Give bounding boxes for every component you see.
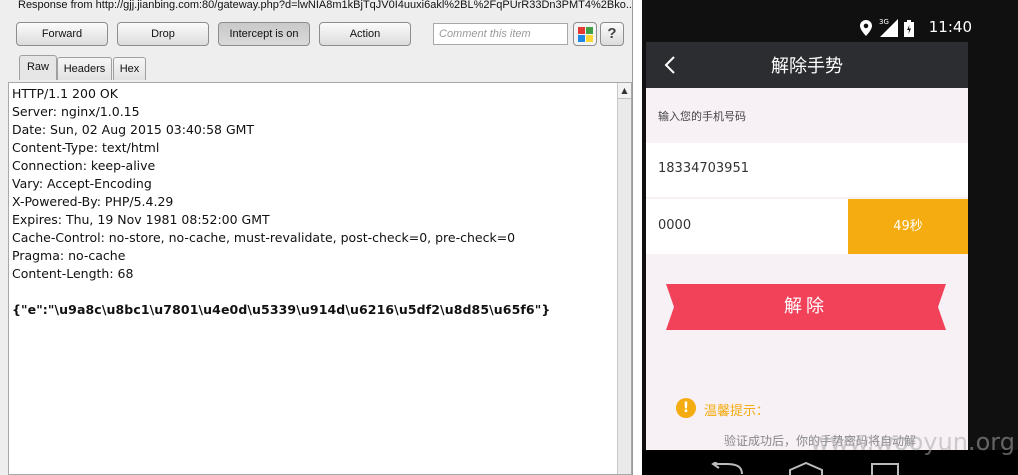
resend-countdown-button[interactable]: 49秒 xyxy=(848,199,968,254)
drop-button[interactable]: Drop xyxy=(117,22,209,46)
tab-headers[interactable]: Headers xyxy=(57,57,112,80)
phone-number-field[interactable] xyxy=(646,143,968,197)
android-screen: 3G 11:40 解除手势 输入您的手机号码 49秒 解除 xyxy=(642,0,1018,475)
app-header: 解除手势 xyxy=(646,42,968,88)
battery-icon xyxy=(904,20,914,37)
header-line: Content-Length: 68 xyxy=(12,266,134,281)
verification-code-field[interactable] xyxy=(646,199,848,254)
highlight-color-button[interactable] xyxy=(573,22,597,46)
color-swatch-green-icon xyxy=(586,27,593,34)
status-clock: 11:40 xyxy=(928,18,972,36)
vertical-scrollbar[interactable]: ▲ xyxy=(617,83,631,474)
header-line: X-Powered-By: PHP/5.4.29 xyxy=(12,194,174,209)
tab-hex[interactable]: Hex xyxy=(113,57,146,80)
response-url-title: Response from http://gjj.jianbing.com:80… xyxy=(18,0,633,11)
nav-back-icon[interactable] xyxy=(708,462,744,475)
comment-input[interactable]: Comment this item xyxy=(433,23,568,45)
response-body: {"e":"\u9a8c\u8bc1\u7801\u4e0d\u5339\u91… xyxy=(12,302,551,317)
unlock-button-label: 解除 xyxy=(784,296,828,317)
intercept-toggle-button[interactable]: Intercept is on xyxy=(218,22,310,46)
nav-home-icon[interactable] xyxy=(788,462,824,475)
header-line: Expires: Thu, 19 Nov 1981 08:52:00 GMT xyxy=(12,212,270,227)
response-text: HTTP/1.1 200 OK Server: nginx/1.0.15 Dat… xyxy=(12,85,612,319)
location-pin-icon xyxy=(860,20,872,36)
raw-response-viewer[interactable]: HTTP/1.1 200 OK Server: nginx/1.0.15 Dat… xyxy=(8,82,632,475)
header-line: Connection: keep-alive xyxy=(12,158,156,173)
phone-number-prompt: 输入您的手机号码 xyxy=(658,110,746,123)
scroll-up-arrow-icon[interactable]: ▲ xyxy=(618,83,631,99)
page-title: 解除手势 xyxy=(771,56,843,77)
color-swatch-blue-icon xyxy=(578,35,585,42)
nav-recent-apps-icon[interactable] xyxy=(870,462,900,475)
warning-info-icon: ! xyxy=(676,398,696,418)
tab-raw[interactable]: Raw xyxy=(19,55,57,80)
verification-code-input[interactable] xyxy=(658,218,838,233)
help-button[interactable]: ? xyxy=(600,22,624,46)
header-line: Vary: Accept-Encoding xyxy=(12,176,152,191)
tip-title: 温馨提示： xyxy=(704,404,770,419)
header-line: Server: nginx/1.0.15 xyxy=(12,104,140,119)
status-bar: 3G 11:40 xyxy=(642,14,972,42)
color-swatch-red-icon xyxy=(578,27,585,34)
header-line: Date: Sun, 02 Aug 2015 03:40:58 GMT xyxy=(12,122,255,137)
network-type-label: 3G xyxy=(879,18,889,26)
forward-button[interactable]: Forward xyxy=(16,22,108,46)
phone-number-input[interactable] xyxy=(658,161,908,176)
proxy-intercept-window: Response from http://gjj.jianbing.com:80… xyxy=(0,0,633,475)
unlock-gesture-page: 解除手势 输入您的手机号码 49秒 解除 ! 温馨提示： 验证成功后，你的手势密… xyxy=(646,42,968,450)
header-line: Cache-Control: no-store, no-cache, must-… xyxy=(12,230,516,245)
action-button[interactable]: Action xyxy=(319,22,411,46)
unlock-button[interactable]: 解除 xyxy=(666,284,946,330)
watermark: www.wooyun.org xyxy=(810,428,1015,456)
header-line: Content-Type: text/html xyxy=(12,140,160,155)
status-line: HTTP/1.1 200 OK xyxy=(12,86,118,101)
header-line: Pragma: no-cache xyxy=(12,248,126,263)
color-swatch-yellow-icon xyxy=(586,35,593,42)
